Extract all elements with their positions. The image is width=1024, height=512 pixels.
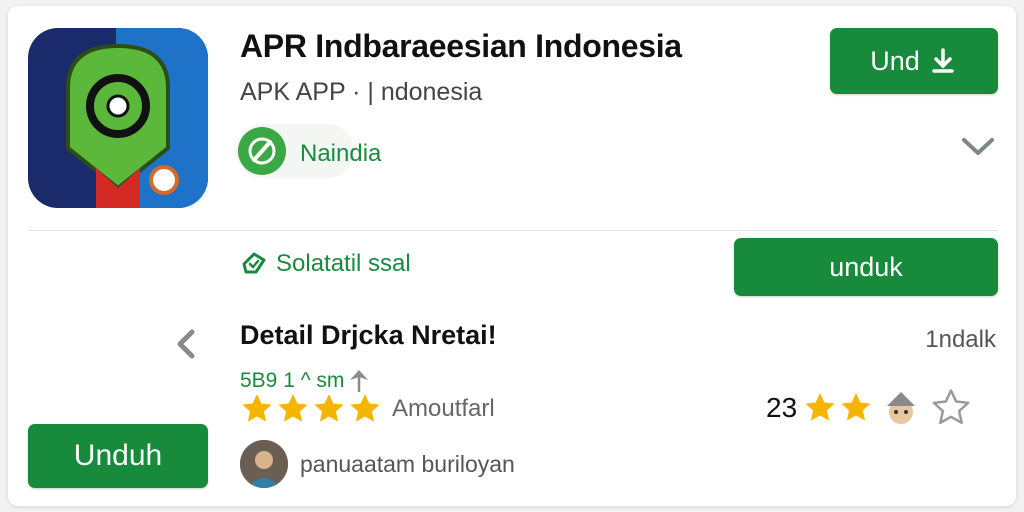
safety-label: Solatatil ssal [276,250,411,277]
download-icon [932,48,954,73]
developer-badge-icon [238,127,286,175]
rating-value: 23 [766,392,798,423]
reviewer-emoji-icon [887,392,916,424]
star-icon [350,394,380,422]
app-icon[interactable] [28,28,208,208]
star-icon [314,394,344,422]
divider [28,230,998,231]
app-subtitle: APK APP · | ndonesia [240,78,483,106]
developer-label: Naindia [300,140,382,167]
details-title: Detail Drjcka Nretai! [240,320,497,350]
rating-summary-right: 23 [766,388,971,428]
star-outline-icon[interactable] [931,388,971,428]
download-button-middle-label: unduk [829,251,903,282]
reviewer-row: panuaatam buriloyan [240,440,515,488]
download-button-middle[interactable]: unduk [734,238,998,296]
shield-check-icon [242,252,266,274]
download-button-bottom[interactable]: Unduh [28,424,208,488]
star-icon [841,393,871,421]
details-right-label: 1ndalk [925,326,996,353]
arrow-up-icon [350,370,369,392]
chevron-down-icon[interactable] [960,132,996,160]
avatar[interactable] [240,440,288,488]
star-icon [242,394,272,422]
reviewer-text: panuaatam buriloyan [300,450,515,477]
download-button-bottom-label: Unduh [73,439,163,472]
rating-stars-left: Amoutfarl [240,392,495,426]
stats-text: 5B9 1 ^ sm [240,369,345,392]
app-title: APR Indbaraeesian Indonesia [240,28,682,64]
chevron-left-icon[interactable] [172,326,200,362]
download-button-top-label: Und [870,45,920,76]
reviews-label: Amoutfarl [392,395,495,422]
data-safety-row[interactable]: Solatatil ssal [240,250,411,278]
star-icon [805,393,835,421]
download-button-top[interactable]: Und [830,28,998,94]
stats-line: 5B9 1 ^ sm [240,368,370,394]
star-icon [278,394,308,422]
